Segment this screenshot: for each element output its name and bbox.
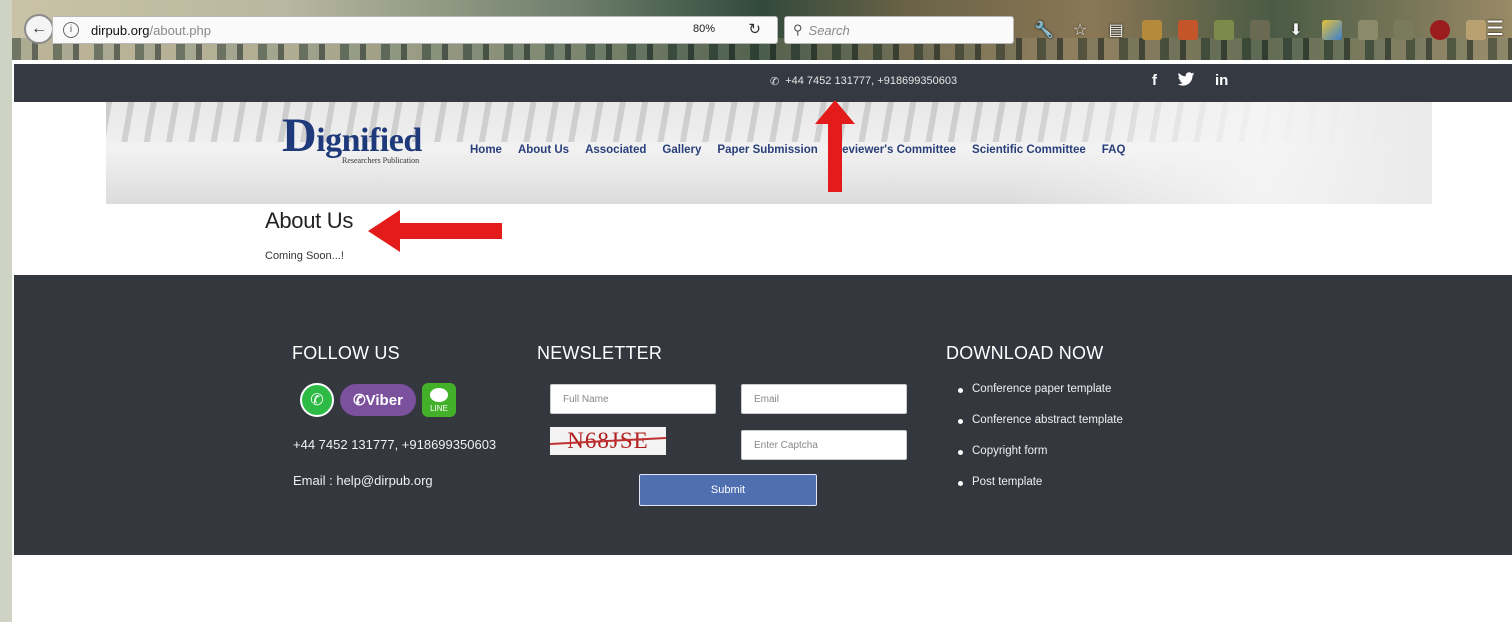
- extension-icon[interactable]: [1320, 18, 1344, 42]
- url-path: /about.php: [149, 22, 211, 38]
- download-item-abstract-template[interactable]: Conference abstract template: [958, 414, 1123, 445]
- viber-label: Viber: [365, 391, 403, 409]
- newsletter-heading: NEWSLETTER: [537, 343, 663, 363]
- footer-email: Email : help@dirpub.org: [293, 473, 433, 488]
- nav-item-paper-submission[interactable]: Paper Submission: [717, 144, 817, 156]
- back-button[interactable]: ←: [24, 14, 54, 44]
- messaging-apps: ✆ ✆ Viber LINE: [300, 383, 456, 417]
- toolbar-icons: 🔧 ☆ ▤ ⬇: [1032, 16, 1488, 44]
- twitter-icon[interactable]: [1177, 72, 1195, 91]
- facebook-icon[interactable]: f: [1152, 72, 1157, 91]
- download-now-heading: DOWNLOAD NOW: [946, 343, 1104, 363]
- captcha-image: N68JSE: [550, 427, 666, 455]
- download-list: Conference paper template Conference abs…: [958, 383, 1123, 507]
- follow-us-heading: FOLLOW US: [292, 343, 400, 363]
- browser-search-input[interactable]: ⚲ Search: [784, 16, 1014, 44]
- viber-icon[interactable]: ✆ Viber: [340, 384, 416, 416]
- back-arrow-icon: ←: [31, 20, 47, 37]
- bookmark-star-icon[interactable]: ☆: [1068, 18, 1092, 42]
- reload-icon[interactable]: ↻: [748, 20, 761, 38]
- ublock-icon[interactable]: [1428, 18, 1452, 42]
- line-app-icon[interactable]: LINE: [422, 383, 456, 417]
- extension-icon[interactable]: [1392, 18, 1416, 42]
- full-name-input[interactable]: Full Name: [550, 384, 716, 414]
- download-item-post-template[interactable]: Post template: [958, 476, 1123, 507]
- search-icon: ⚲: [793, 22, 803, 37]
- nav-item-associated[interactable]: Associated: [585, 144, 646, 156]
- hamburger-menu-icon[interactable]: ☰: [1484, 16, 1506, 40]
- page-title: About Us: [265, 208, 354, 233]
- logo-subtitle: Researchers Publication: [342, 156, 420, 165]
- search-placeholder: Search: [808, 22, 850, 38]
- address-bar[interactable]: i dirpub.org/about.php 80% ↻: [52, 16, 778, 44]
- extension-icon[interactable]: [1176, 18, 1200, 42]
- bullet-icon: [958, 419, 963, 424]
- topbar-phone: +44 7452 131777, +918699350603: [785, 75, 958, 87]
- submit-button[interactable]: Submit: [639, 474, 817, 506]
- bullet-icon: [958, 481, 963, 486]
- red-arrow-left-annotation: [368, 210, 502, 252]
- captcha-input[interactable]: Enter Captcha: [741, 430, 907, 460]
- site-topbar: ✆ +44 7452 131777, +918699350603 f in: [14, 64, 1512, 102]
- page-body-text: Coming Soon...!: [265, 250, 344, 262]
- download-icon[interactable]: ⬇: [1284, 18, 1308, 42]
- bullet-icon: [958, 388, 963, 393]
- bullet-icon: [958, 450, 963, 455]
- topbar-social: f in: [1152, 72, 1228, 91]
- linkedin-icon[interactable]: in: [1215, 72, 1228, 91]
- topbar-contact: ✆ +44 7452 131777, +918699350603: [770, 75, 957, 88]
- line-label: LINE: [430, 403, 448, 413]
- extension-icon[interactable]: [1248, 18, 1272, 42]
- site-header: Dignified Researchers Publication Home A…: [106, 102, 1432, 204]
- site-info-icon[interactable]: i: [63, 22, 79, 38]
- extension-icon[interactable]: [1212, 18, 1236, 42]
- url-host: dirpub.org: [91, 22, 150, 38]
- nav-item-about-us[interactable]: About Us: [518, 144, 569, 156]
- red-arrow-up-annotation: [815, 100, 855, 192]
- nav-item-faq[interactable]: FAQ: [1102, 144, 1126, 156]
- site-footer: FOLLOW US ✆ ✆ Viber LINE +44 7452 131777,…: [14, 275, 1512, 555]
- site-logo[interactable]: Dignified Researchers Publication: [282, 112, 422, 166]
- wrench-icon[interactable]: 🔧: [1032, 18, 1056, 42]
- zoom-level[interactable]: 80%: [693, 23, 715, 35]
- nav-item-gallery[interactable]: Gallery: [662, 144, 701, 156]
- extension-icon[interactable]: [1140, 18, 1164, 42]
- logo-initial: D: [282, 109, 317, 162]
- reading-list-icon[interactable]: ▤: [1104, 18, 1128, 42]
- extension-icon[interactable]: [1356, 18, 1380, 42]
- nav-item-home[interactable]: Home: [470, 144, 502, 156]
- logo-word: ignified: [316, 122, 422, 159]
- download-item-copyright-form[interactable]: Copyright form: [958, 445, 1123, 476]
- download-item-paper-template[interactable]: Conference paper template: [958, 383, 1123, 414]
- nav-item-scientific-committee[interactable]: Scientific Committee: [972, 144, 1086, 156]
- phone-icon: ✆: [770, 76, 780, 88]
- main-nav: Home About Us Associated Gallery Paper S…: [470, 144, 1125, 156]
- footer-phone: +44 7452 131777, +918699350603: [293, 437, 497, 452]
- newsletter-email-input[interactable]: Email: [741, 384, 907, 414]
- whatsapp-icon[interactable]: ✆: [300, 383, 334, 417]
